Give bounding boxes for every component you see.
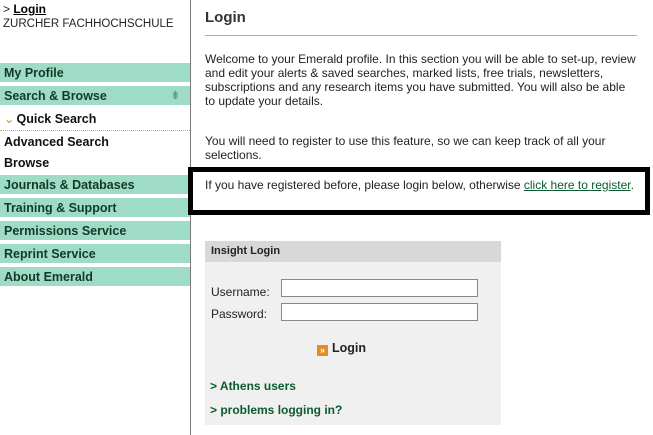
sidebar-item-label: Training & Support [4,201,117,215]
username-input[interactable] [281,279,478,297]
page-title: Login [205,9,246,26]
chevron-icon: ⌄ [4,112,15,126]
sidebar-item-browse[interactable]: Browse [0,153,190,174]
password-label: Password: [211,307,268,321]
breadcrumb: > Login [3,2,46,16]
sidebar-item-reprint-service[interactable]: Reprint Service [0,244,190,265]
problems-logging-in-link[interactable]: > problems logging in? [210,403,342,417]
sidebar-item-label: My Profile [4,66,64,80]
breadcrumb-login-link[interactable]: Login [13,2,46,16]
sidebar-item-my-profile[interactable]: My Profile [0,63,190,84]
sidebar: > Login ZURCHER FACHHOCHSCHULE My Profil… [0,0,191,435]
sidebar-item-label: Journals & Databases [4,178,135,192]
arrow-down-icon: ⇟ [170,90,180,102]
password-input[interactable] [281,303,478,321]
callout-end: . [630,178,634,192]
register-note: You will need to register to use this fe… [205,134,606,162]
sidebar-item-search-browse[interactable]: Search & Browse ⇟ [0,86,190,107]
sidebar-item-training-support[interactable]: Training & Support [0,198,190,219]
sidebar-item-label: Reprint Service [4,247,96,261]
sidebar-item-permissions-service[interactable]: Permissions Service [0,221,190,242]
sidebar-item-label: Browse [4,156,50,170]
sidebar-item-advanced-search[interactable]: Advanced Search [0,132,190,153]
title-divider [205,35,637,36]
sidebar-item-label: Permissions Service [4,224,127,238]
intro-text: Welcome to your Emerald profile. In this… [205,52,636,108]
breadcrumb-prefix: > [3,2,14,16]
sidebar-item-label: Search & Browse [4,89,107,103]
login-box-header: Insight Login [205,241,501,262]
login-instruction-callout: If you have registered before, please lo… [188,167,650,215]
sidebar-item-about-emerald[interactable]: About Emerald [0,267,190,288]
sidebar-item-label: Advanced Search [4,135,109,149]
sidebar-item-label: About Emerald [4,270,93,284]
login-arrow-icon: » [317,345,328,356]
sidebar-item-journals-databases[interactable]: Journals & Databases [0,175,190,196]
login-box: Insight Login Username: Password: » Login… [205,241,501,425]
athens-users-link[interactable]: > Athens users [210,379,296,393]
login-button[interactable]: » Login [317,341,366,356]
callout-text: If you have registered before, please lo… [205,178,524,192]
institution-name: ZURCHER FACHHOCHSCHULE [3,18,174,30]
sidebar-item-quick-search[interactable]: ⌄ Quick Search [0,109,190,131]
sidebar-item-label: Quick Search [16,112,97,126]
register-link[interactable]: click here to register [524,178,631,192]
login-button-label: Login [332,341,367,355]
username-label: Username: [211,285,270,299]
